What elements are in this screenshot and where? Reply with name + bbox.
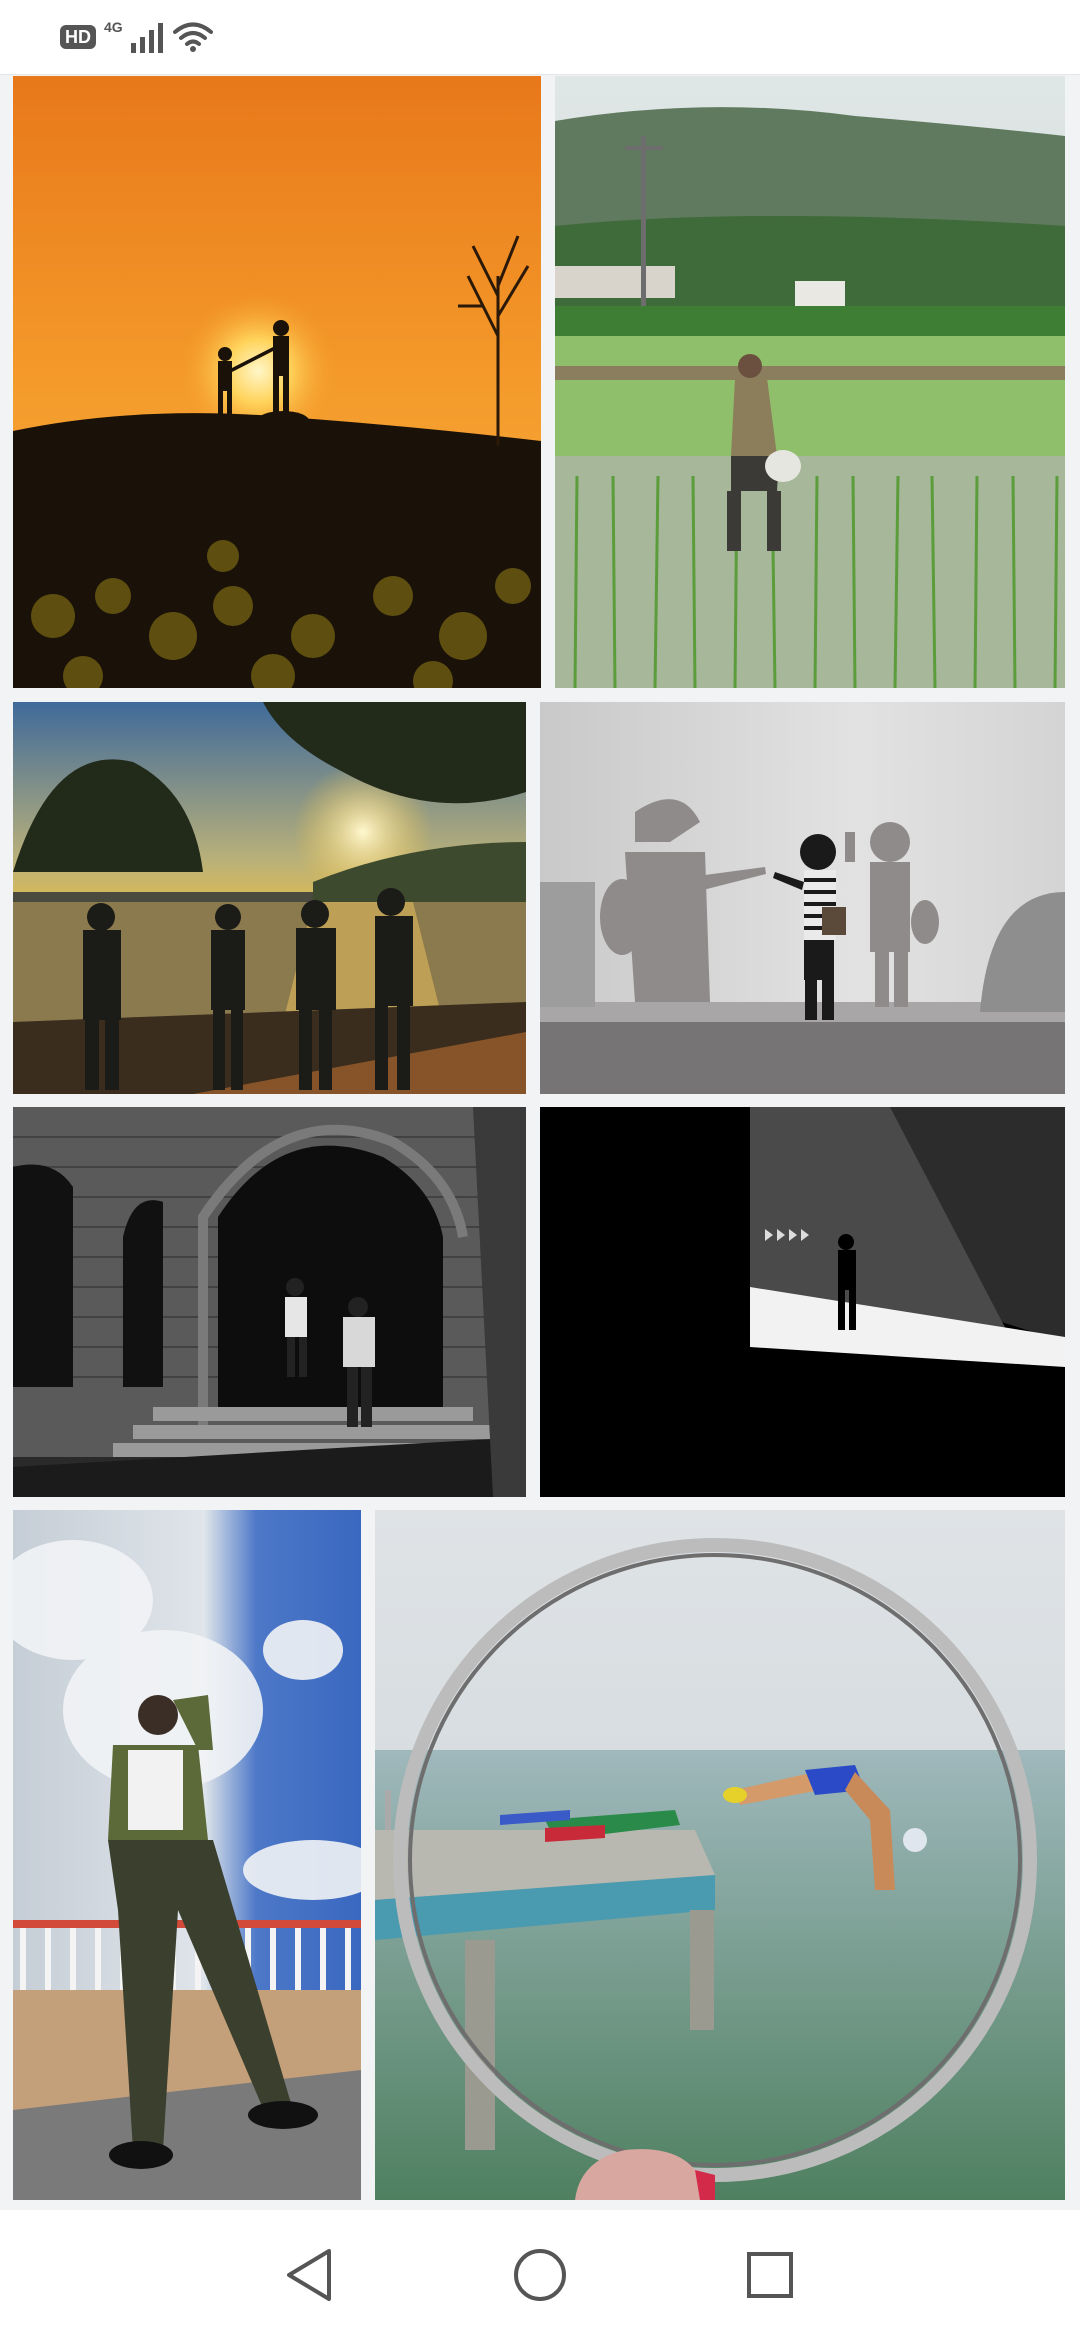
network-type-label: 4G	[104, 19, 123, 35]
photo-shadow-play-wall[interactable]	[540, 702, 1065, 1094]
wifi-icon	[172, 22, 213, 52]
photo-brick-archway[interactable]	[13, 1107, 526, 1497]
signal-bars-icon	[130, 23, 163, 53]
home-button[interactable]	[505, 2240, 575, 2310]
recents-button[interactable]	[735, 2240, 805, 2310]
home-circle-icon	[514, 2249, 566, 2301]
photo-farmer-rice-field[interactable]	[555, 76, 1065, 688]
status-bar: HD 4G	[0, 0, 1080, 74]
photo-sunset-silhouette[interactable]	[13, 76, 541, 688]
photo-lake-sunset-group[interactable]	[13, 702, 526, 1094]
photo-man-posing-sky[interactable]	[13, 1510, 361, 2200]
photo-tunnel-walker[interactable]	[540, 1107, 1065, 1497]
back-button[interactable]	[274, 2240, 344, 2310]
status-indicators: HD 4G	[60, 18, 213, 56]
back-triangle-icon	[287, 2249, 331, 2301]
system-navigation-bar	[0, 2210, 1080, 2340]
hd-badge: HD	[60, 25, 96, 49]
photo-gallery[interactable]	[0, 74, 1080, 2211]
photo-diver-through-ring[interactable]	[375, 1510, 1065, 2200]
recents-square-icon	[747, 2252, 793, 2298]
